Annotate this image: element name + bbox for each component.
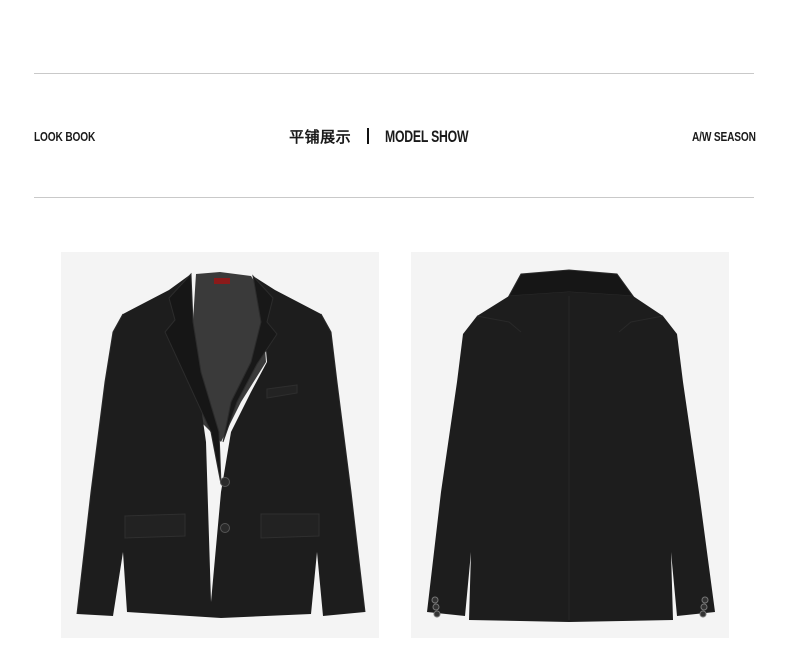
section-title: 平铺展示 MODEL SHOW [0,126,790,149]
blazer-front-image [61,252,379,638]
blazer-back-image [411,252,729,638]
bottom-divider [34,197,754,198]
title-separator [367,128,370,144]
section-title-en: MODEL SHOW [385,127,469,146]
season-label: A/W SEASON [692,129,756,144]
section-title-cn: 平铺展示 [289,129,352,146]
top-divider [34,73,754,74]
